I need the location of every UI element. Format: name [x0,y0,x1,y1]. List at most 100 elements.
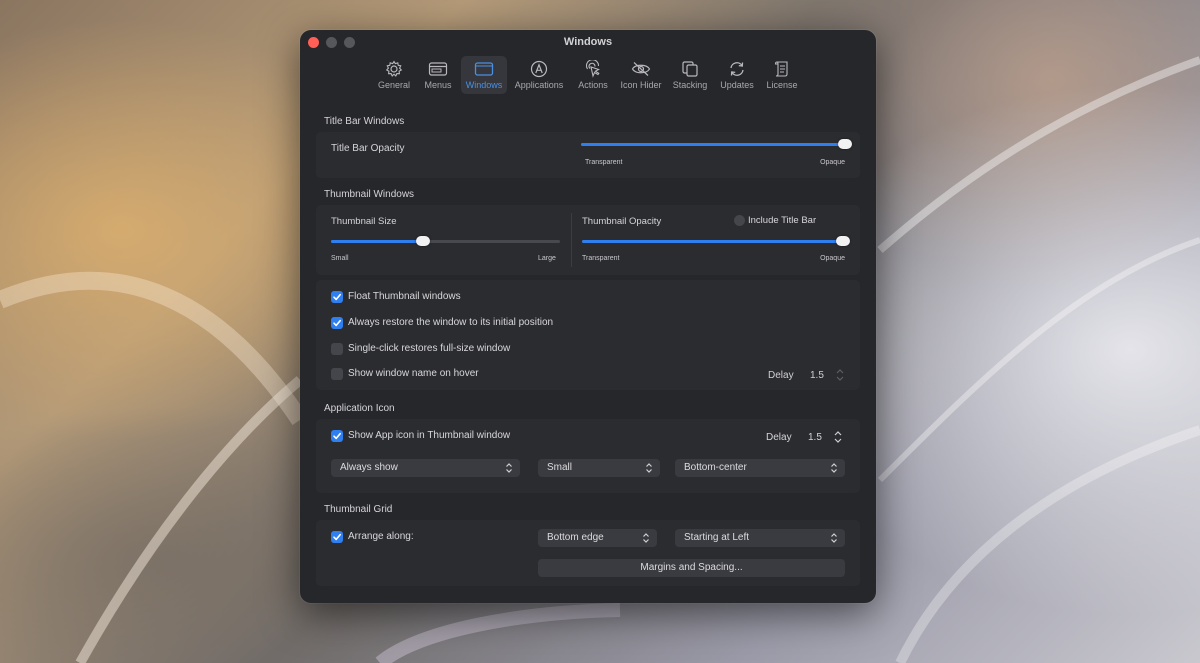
thumbnail-grid-panel: Arrange along: Bottom edge Starting at L… [316,520,860,586]
chevron-updown-icon [831,533,837,543]
app-a-icon [530,60,548,78]
thumbnail-opacity-label: Thumbnail Opacity [582,216,662,227]
tab-menus[interactable]: Menus [420,56,456,94]
thumbnail-opacity-slider[interactable] [582,236,850,246]
tab-updates[interactable]: Updates [716,56,758,94]
thumbnail-size-label: Thumbnail Size [331,216,397,227]
checkbox-box [331,291,343,303]
preferences-toolbar: General Menus Windows Applications Actio… [300,54,876,96]
show-window-name-checkbox[interactable]: Show window name on hover [331,367,631,383]
scroll-icon [774,61,788,77]
always-restore-checkbox[interactable]: Always restore the window to its initial… [331,316,731,332]
tab-general[interactable]: General [374,56,414,94]
checkmark-icon [333,293,341,301]
thumbnail-size-slider[interactable] [331,236,560,246]
checkbox-box [331,343,343,355]
title-bar: Windows [300,30,876,54]
tab-applications[interactable]: Applications [512,56,566,94]
popup-value: Starting at Left [684,532,750,543]
tab-applications-label: Applications [514,80,564,90]
slider-min-label: Small [331,255,349,262]
section-thumbnail-windows: Thumbnail Windows [324,189,415,200]
slider-knob[interactable] [415,236,430,246]
tab-stacking[interactable]: Stacking [669,56,711,94]
chevron-updown-icon [643,533,649,543]
tab-icon-hider[interactable]: Icon Hider [618,56,664,94]
chevron-updown-icon [831,463,837,473]
tab-general-label: General [377,80,411,90]
tab-windows-label: Windows [465,80,503,90]
slider-max-label: Opaque [820,255,845,262]
popup-value: Bottom edge [547,532,604,543]
slider-fill [582,240,843,243]
option-label: Single-click restores full-size window [348,343,511,354]
window-icon [474,62,494,76]
title-bar-opacity-slider[interactable] [581,139,852,149]
margins-and-spacing-button[interactable]: Margins and Spacing... [538,559,845,577]
slider-max-label: Large [538,255,556,262]
checkbox-box [331,368,343,380]
tab-icon-hider-label: Icon Hider [620,80,662,90]
checkmark-icon [333,319,341,327]
popup-value: Always show [340,462,398,473]
option-label: Float Thumbnail windows [348,291,461,302]
checkbox-box [331,317,343,329]
slider-max-label: Opaque [820,159,845,166]
stack-icon [682,61,698,77]
popup-value: Small [547,462,573,473]
checkmark-icon [333,533,341,541]
option-label: Show window name on hover [348,368,479,379]
float-thumbnail-checkbox[interactable]: Float Thumbnail windows [331,290,731,306]
single-click-restores-checkbox[interactable]: Single-click restores full-size window [331,342,731,358]
section-thumbnail-grid: Thumbnail Grid [324,504,393,515]
show-app-icon-checkbox[interactable]: Show App icon in Thumbnail window [331,429,631,445]
tab-actions[interactable]: Actions [573,56,613,94]
checkmark-icon [333,432,341,440]
app-icon-size-popup[interactable]: Small [538,459,660,477]
tab-updates-label: Updates [720,80,754,90]
tab-license-label: License [766,80,798,90]
app-icon-delay-label: Delay [766,432,792,443]
window-title: Windows [563,36,613,48]
slider-fill [331,240,423,243]
menus-icon [428,62,448,76]
app-icon-visibility-popup[interactable]: Always show [331,459,520,477]
arrange-along-checkbox[interactable]: Arrange along: [331,530,451,546]
slider-knob[interactable] [838,139,852,149]
tab-stacking-label: Stacking [672,80,708,90]
tab-menus-label: Menus [424,80,452,90]
section-title-bar-windows: Title Bar Windows [324,116,405,127]
include-title-bar-label: Include Title Bar [748,215,817,226]
application-icon-panel: Show App icon in Thumbnail window Delay … [316,419,860,493]
tab-windows[interactable]: Windows [461,56,507,94]
refresh-icon [730,62,744,76]
slider-min-label: Transparent [582,255,620,262]
app-icon-delay-stepper[interactable] [833,430,843,444]
pointer-click-icon [585,60,600,78]
start-popup[interactable]: Starting at Left [675,529,845,547]
checkbox-box [331,430,343,442]
section-application-icon: Application Icon [324,403,395,414]
hover-delay-label: Delay [768,370,794,381]
include-title-bar-checkbox[interactable]: Include Title Bar [734,214,844,230]
slider-knob[interactable] [836,236,850,246]
gear-icon [385,60,403,77]
edge-popup[interactable]: Bottom edge [538,529,657,547]
app-icon-position-popup[interactable]: Bottom-center [675,459,845,477]
checkbox-box [331,531,343,543]
title-bar-panel: Title Bar Opacity Transparent Opaque [316,132,860,178]
title-bar-opacity-label: Title Bar Opacity [331,143,405,154]
tab-license[interactable]: License [762,56,802,94]
app-icon-delay-value[interactable]: 1.5 [808,432,822,443]
hover-delay-value[interactable]: 1.5 [810,370,824,381]
option-label: Always restore the window to its initial… [348,317,554,328]
chevron-updown-icon [506,463,512,473]
button-label: Margins and Spacing... [640,562,743,573]
preferences-window: Windows General Menus Windows Applicatio… [300,30,876,603]
hover-delay-stepper[interactable] [835,368,845,382]
popup-value: Bottom-center [684,462,747,473]
slider-min-label: Transparent [585,159,623,166]
thumbnail-sliders-panel: Thumbnail Size Small Large Thumbnail Opa… [316,205,860,275]
thumbnail-options-panel: Float Thumbnail windows Always restore t… [316,280,860,390]
tab-actions-label: Actions [578,80,608,90]
